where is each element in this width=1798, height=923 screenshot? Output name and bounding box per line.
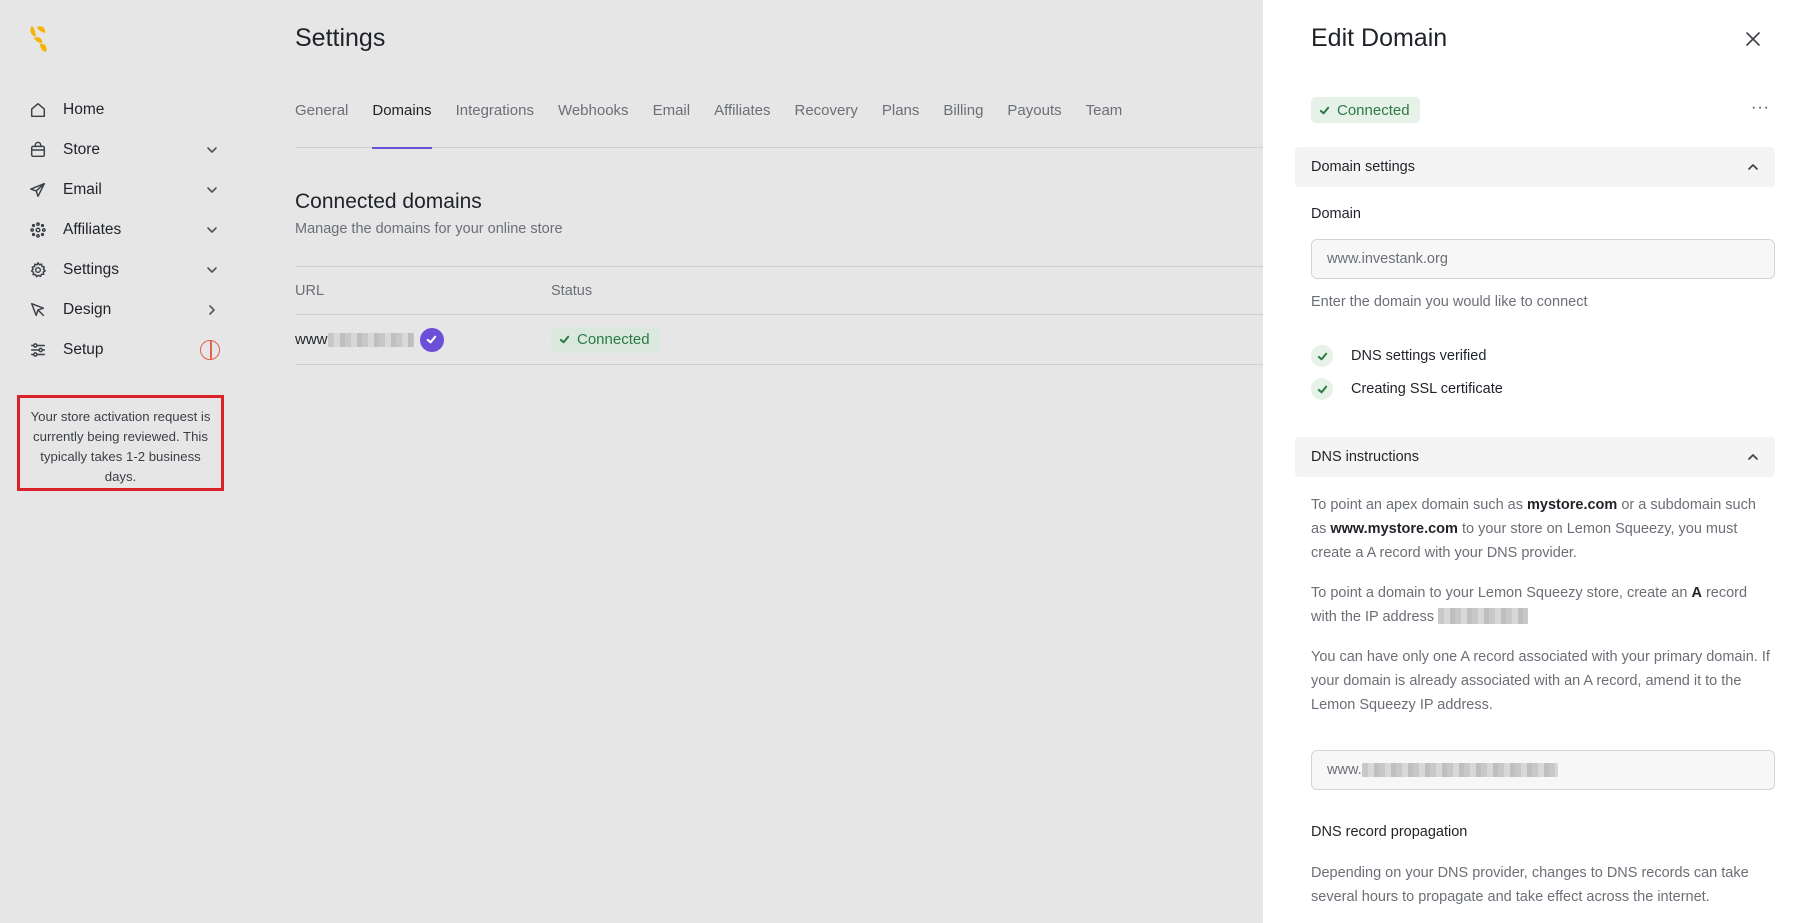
tab-email[interactable]: Email bbox=[653, 96, 691, 148]
chevron-down-icon[interactable] bbox=[204, 142, 220, 158]
domain-settings-accordion[interactable]: Domain settings bbox=[1295, 147, 1775, 187]
sidebar-item-affiliates[interactable]: Affiliates bbox=[28, 210, 220, 250]
tab-affiliates[interactable]: Affiliates bbox=[714, 96, 770, 148]
check-icon bbox=[1311, 378, 1333, 400]
more-options-button[interactable]: ··· bbox=[1751, 100, 1770, 116]
dns-instructions-paragraph-1: To point an apex domain such as mystore.… bbox=[1311, 493, 1771, 565]
sidebar-item-label: Setup bbox=[63, 341, 104, 358]
chevron-down-icon[interactable] bbox=[204, 222, 220, 238]
sidebar-item-label: Settings bbox=[63, 261, 120, 278]
accordion-title: DNS instructions bbox=[1311, 449, 1419, 465]
settings-tabs: General Domains Integrations Webhooks Em… bbox=[295, 96, 1265, 149]
cursor-icon bbox=[28, 300, 48, 320]
tab-payouts[interactable]: Payouts bbox=[1007, 96, 1061, 148]
sidebar-item-home[interactable]: Home bbox=[28, 90, 220, 130]
domain-helper-text: Enter the domain you would like to conne… bbox=[1311, 294, 1588, 310]
close-icon bbox=[1746, 32, 1760, 46]
dns-instructions-paragraph-2: To point a domain to your Lemon Squeezy … bbox=[1311, 581, 1771, 629]
example-subdomain: www.mystore.com bbox=[1330, 521, 1458, 537]
text: To point an apex domain such as bbox=[1311, 497, 1528, 513]
sidebar-item-label: Design bbox=[63, 301, 112, 318]
status-badge-label: Connected bbox=[1337, 101, 1410, 119]
main-content: Settings General Domains Integrations We… bbox=[295, 0, 1265, 923]
sidebar: Home Store Email Affiliates Settings Des… bbox=[0, 0, 240, 923]
check-icon bbox=[559, 335, 570, 344]
tab-plans[interactable]: Plans bbox=[882, 96, 920, 148]
check-label: DNS settings verified bbox=[1351, 348, 1487, 364]
section-subtitle: Manage the domains for your online store bbox=[295, 221, 563, 237]
status-badge: Connected bbox=[1311, 97, 1420, 123]
sidebar-item-label: Home bbox=[63, 101, 105, 118]
sidebar-item-label: Email bbox=[63, 181, 102, 198]
home-icon bbox=[28, 100, 48, 120]
text: To point a domain to your Lemon Squeezy … bbox=[1311, 585, 1692, 601]
table-row[interactable]: www Connected bbox=[295, 315, 1265, 365]
sidebar-item-label: Affiliates bbox=[63, 221, 122, 238]
affiliates-icon bbox=[28, 220, 48, 240]
domain-input-value: www.investank.org bbox=[1327, 251, 1448, 267]
chevron-up-icon bbox=[1747, 451, 1759, 463]
tab-integrations[interactable]: Integrations bbox=[456, 96, 534, 148]
dns-record-field[interactable]: www. bbox=[1311, 750, 1775, 790]
tab-team[interactable]: Team bbox=[1086, 96, 1123, 148]
edit-domain-panel: Edit Domain Connected ··· Domain setting… bbox=[1263, 0, 1798, 923]
check-icon bbox=[1311, 345, 1333, 367]
status-badge: Connected bbox=[551, 326, 660, 353]
sidebar-item-settings[interactable]: Settings bbox=[28, 250, 220, 290]
redacted-text bbox=[1361, 763, 1558, 777]
chevron-right-icon[interactable] bbox=[204, 302, 220, 318]
page-title: Settings bbox=[295, 24, 386, 52]
chevron-down-icon[interactable] bbox=[204, 182, 220, 198]
bag-icon bbox=[28, 140, 48, 160]
check-icon bbox=[1319, 106, 1330, 114]
sidebar-item-label: Store bbox=[63, 141, 101, 158]
send-icon bbox=[28, 180, 48, 200]
tab-webhooks[interactable]: Webhooks bbox=[558, 96, 629, 148]
dns-instructions-paragraph-3: You can have only one A record associate… bbox=[1311, 649, 1770, 713]
column-header-url: URL bbox=[295, 282, 325, 299]
check-ssl-certificate: Creating SSL certificate bbox=[1311, 378, 1503, 400]
accordion-title: Domain settings bbox=[1311, 159, 1415, 175]
setup-progress-icon bbox=[200, 340, 220, 360]
redacted-ip-address bbox=[1438, 608, 1529, 624]
dns-propagation-title: DNS record propagation bbox=[1311, 824, 1468, 840]
sidebar-item-email[interactable]: Email bbox=[28, 170, 220, 210]
dns-instructions-accordion[interactable]: DNS instructions bbox=[1295, 437, 1775, 477]
panel-title: Edit Domain bbox=[1311, 24, 1448, 52]
sidebar-item-design[interactable]: Design bbox=[28, 290, 220, 330]
section-title: Connected domains bbox=[295, 190, 482, 213]
close-button[interactable] bbox=[1744, 30, 1762, 48]
lemon-squeezy-logo[interactable] bbox=[28, 24, 50, 54]
dns-propagation-text: Depending on your DNS provider, changes … bbox=[1311, 865, 1749, 905]
gear-icon bbox=[28, 260, 48, 280]
domains-table: URL Status www Connected bbox=[295, 266, 1265, 365]
sidebar-item-setup[interactable]: Setup bbox=[28, 330, 220, 370]
check-dns-verified: DNS settings verified bbox=[1311, 345, 1486, 367]
tab-domains[interactable]: Domains bbox=[372, 96, 432, 149]
column-header-status: Status bbox=[551, 282, 593, 299]
check-label: Creating SSL certificate bbox=[1351, 381, 1503, 397]
domain-field-label: Domain bbox=[1311, 206, 1361, 222]
record-type: A bbox=[1691, 585, 1702, 601]
sidebar-nav: Home Store Email Affiliates Settings Des… bbox=[28, 90, 220, 370]
store-activation-notice: Your store activation request is current… bbox=[17, 395, 224, 491]
verified-check-icon bbox=[419, 327, 444, 352]
domain-url-prefix: www bbox=[295, 331, 328, 348]
tab-general[interactable]: General bbox=[295, 96, 348, 148]
tab-billing[interactable]: Billing bbox=[943, 96, 983, 148]
chevron-up-icon bbox=[1747, 161, 1759, 173]
domain-url[interactable]: www bbox=[295, 327, 551, 352]
sliders-icon bbox=[28, 340, 48, 360]
sidebar-item-store[interactable]: Store bbox=[28, 130, 220, 170]
redacted-text bbox=[327, 332, 414, 347]
status-badge-label: Connected bbox=[577, 331, 650, 348]
example-domain: mystore.com bbox=[1527, 497, 1618, 513]
dns-record-prefix: www. bbox=[1327, 762, 1362, 778]
table-header: URL Status bbox=[295, 266, 1265, 315]
domain-input[interactable]: www.investank.org bbox=[1311, 239, 1775, 279]
tab-recovery[interactable]: Recovery bbox=[795, 96, 858, 148]
chevron-down-icon[interactable] bbox=[204, 262, 220, 278]
